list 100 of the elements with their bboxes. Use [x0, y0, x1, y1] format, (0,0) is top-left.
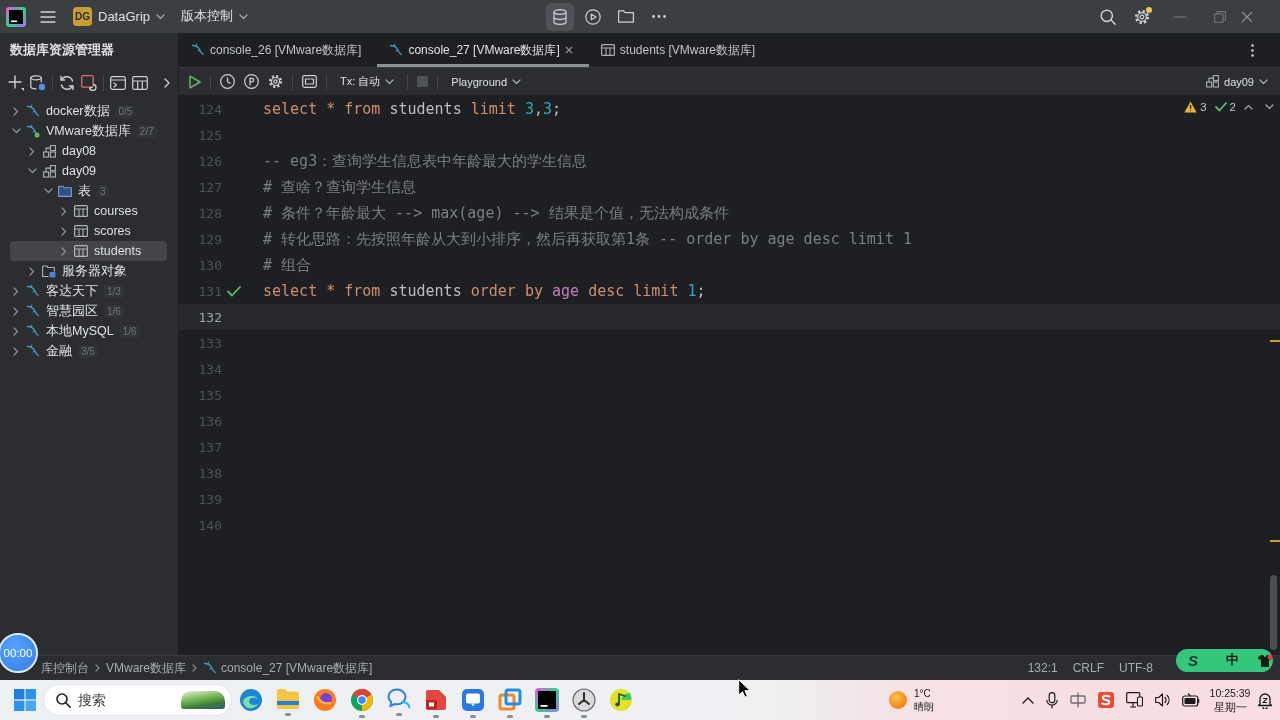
- panel-layout-icon[interactable]: [302, 75, 317, 88]
- chevron-down-icon[interactable]: [1265, 104, 1274, 110]
- breadcrumb-item[interactable]: console_27 [VMware数据库]: [203, 659, 373, 677]
- terminal-window-icon[interactable]: [110, 76, 126, 90]
- check-icon: [1214, 102, 1227, 112]
- session-dropdown[interactable]: Playground: [447, 75, 525, 88]
- chevron-down-icon[interactable]: [27, 168, 37, 174]
- caret-down-icon: [239, 13, 249, 20]
- breadcrumb-item[interactable]: VMware数据库: [106, 659, 186, 677]
- scrollbar-thumb[interactable]: [1270, 575, 1277, 650]
- chevron-right-icon: [95, 664, 100, 672]
- menu-icon[interactable]: [40, 10, 56, 23]
- warning-count: 3: [1200, 101, 1207, 113]
- input-method-icon[interactable]: [1070, 692, 1086, 708]
- clock-time: 10:25:39: [1209, 686, 1251, 700]
- caret-down-icon: [385, 78, 395, 85]
- project-dropdown[interactable]: DG DataGrip: [68, 3, 171, 30]
- speaker-icon[interactable]: [1155, 693, 1170, 707]
- table-icon: [74, 245, 88, 257]
- tree-item[interactable]: 服务器对象: [10, 261, 167, 281]
- caret-up-icon[interactable]: [1022, 696, 1034, 704]
- p-circle-icon[interactable]: [244, 74, 259, 89]
- table-icon[interactable]: [132, 76, 148, 90]
- ime-logo[interactable]: S: [1188, 652, 1198, 669]
- settings-button[interactable]: [1134, 8, 1150, 25]
- file-encoding[interactable]: UTF-8: [1119, 661, 1153, 675]
- shirt-icon[interactable]: [1257, 653, 1273, 668]
- tree-item[interactable]: VMware数据库 2/7: [10, 121, 167, 141]
- schema-dropdown[interactable]: day09: [1202, 75, 1272, 88]
- play-icon[interactable]: [189, 74, 201, 89]
- chat-bubbles-icon: [386, 688, 411, 710]
- line-separator[interactable]: CRLF: [1072, 661, 1104, 675]
- microphone-icon[interactable]: [1046, 691, 1058, 709]
- clock-icon[interactable]: [220, 74, 235, 89]
- tree-item[interactable]: students: [10, 241, 167, 261]
- code-line: # 转化思路：先按照年龄从大到小排序，然后再获取第1条 -- order by age desc limit 1: [262, 229, 912, 249]
- tree-item[interactable]: courses: [10, 201, 167, 221]
- table-icon: [74, 225, 88, 237]
- tree-item[interactable]: 智慧园区 1/6: [10, 301, 167, 321]
- code-line: select * from students limit 3,3;: [262, 100, 562, 118]
- input-mode-toggle[interactable]: 中: [1226, 652, 1239, 669]
- chevron-right-icon[interactable]: [13, 326, 19, 336]
- swirl-icon: [238, 688, 263, 712]
- tree-item[interactable]: 客达天下 1/3: [10, 281, 167, 301]
- chevron-right-icon: [192, 664, 197, 672]
- app-logo-icon: [6, 6, 26, 27]
- server-folder-icon: [42, 264, 56, 278]
- battery-icon[interactable]: [1182, 693, 1201, 707]
- segmented-ring-icon: [349, 688, 374, 712]
- weather-condition: 晴朗: [914, 700, 934, 713]
- folder-icon: [58, 185, 72, 197]
- chevron-right-icon[interactable]: [29, 266, 35, 276]
- settings-icon[interactable]: [268, 74, 283, 89]
- breadcrumb-item[interactable]: 库控制台: [41, 659, 89, 677]
- dolphin-icon: [389, 43, 404, 57]
- table-icon: [600, 44, 615, 56]
- network-monitor-icon[interactable]: [1126, 692, 1143, 708]
- clock-face-icon: [571, 688, 596, 712]
- search-icon[interactable]: [1100, 8, 1116, 25]
- notification-bell-icon[interactable]: [1257, 691, 1273, 709]
- chevron-up-icon[interactable]: [1244, 104, 1253, 110]
- add-icon[interactable]: [8, 75, 24, 91]
- close-icon[interactable]: [564, 46, 573, 54]
- tree-item[interactable]: 金融 3/5: [10, 341, 167, 361]
- tree-item[interactable]: day08: [10, 141, 167, 161]
- project-initials: DG: [73, 7, 92, 26]
- hierarchy-icon: [42, 164, 56, 178]
- chevron-right-icon[interactable]: [61, 206, 67, 216]
- chevron-down-icon[interactable]: [43, 188, 53, 194]
- tree-item[interactable]: docker数据 0/5: [10, 101, 167, 121]
- folder-icon: [275, 688, 300, 710]
- editor-tab[interactable]: console_26 [VMware数据库]: [179, 33, 378, 67]
- caret-down-icon: [512, 78, 521, 85]
- chevron-right-icon[interactable]: [164, 78, 170, 88]
- item-count: 3: [97, 184, 109, 198]
- tree-item[interactable]: 表 3: [10, 181, 167, 201]
- refresh-icon[interactable]: [59, 75, 75, 91]
- vcs-dropdown[interactable]: 版本控制: [176, 3, 254, 30]
- chevron-down-icon[interactable]: [11, 128, 21, 134]
- taskbar-clock[interactable]: 10:25:39 星期一: [1207, 686, 1253, 714]
- transaction-mode-dropdown[interactable]: Tx: 自动: [336, 74, 399, 89]
- chevron-right-icon[interactable]: [13, 286, 19, 296]
- chevron-right-icon[interactable]: [61, 226, 67, 236]
- code-line: # 条件？年龄最大 --> max(age) --> 结果是个值，无法构成条件: [262, 203, 729, 223]
- more-vertical-icon[interactable]: [1251, 43, 1254, 57]
- tree-item[interactable]: scores: [10, 221, 167, 241]
- chevron-right-icon[interactable]: [13, 306, 19, 316]
- chevron-right-icon[interactable]: [29, 146, 35, 156]
- swoosh-tile-icon[interactable]: [1098, 692, 1114, 708]
- tree-item[interactable]: 本地MySQL 1/6: [10, 321, 167, 341]
- chevron-right-icon[interactable]: [13, 346, 19, 356]
- start-grid-icon[interactable]: [14, 689, 36, 711]
- caret-position[interactable]: 132:1: [1027, 661, 1058, 675]
- close-icon[interactable]: [1241, 10, 1253, 23]
- database-tool-button[interactable]: [546, 2, 574, 31]
- hierarchy-icon: [1206, 75, 1219, 88]
- database-gear-icon[interactable]: [30, 75, 46, 91]
- editor-tab[interactable]: students [VMware数据库]: [588, 33, 772, 67]
- chevron-right-icon[interactable]: [13, 106, 19, 116]
- tree-item[interactable]: day09: [10, 161, 167, 181]
